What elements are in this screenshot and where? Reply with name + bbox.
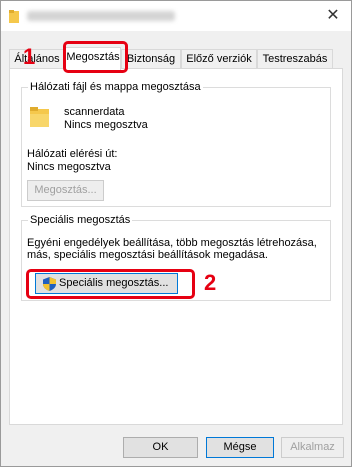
callout-highlight-advanced-button xyxy=(26,269,195,299)
tab-customize[interactable]: Testreszabás xyxy=(257,49,333,69)
close-icon[interactable]: ✕ xyxy=(323,7,343,25)
callout-number-1: 1 xyxy=(23,44,36,69)
callout-number-2: 2 xyxy=(204,270,217,295)
ok-button[interactable]: OK xyxy=(123,437,198,458)
tab-general[interactable]: Általános xyxy=(9,49,65,69)
share-button[interactable]: Megosztás... xyxy=(27,180,104,201)
network-path-label: Hálózati elérési út: xyxy=(27,148,118,160)
shared-folder-icon xyxy=(30,107,49,127)
tab-previous-versions[interactable]: Előző verziók xyxy=(181,49,257,69)
network-share-group-title: Hálózati fájl és mappa megosztása xyxy=(28,81,203,94)
apply-button[interactable]: Alkalmaz xyxy=(281,437,344,458)
network-share-group: Hálózati fájl és mappa megosztása scanne… xyxy=(21,81,331,207)
properties-dialog: ✕ Általános Megosztás Biztonság Előző ve… xyxy=(0,0,352,467)
tab-strip: Általános Megosztás Biztonság Előző verz… xyxy=(9,47,343,70)
blurred-window-title xyxy=(27,11,175,21)
advanced-share-description-2: más, speciális megosztási beállítások me… xyxy=(27,249,268,261)
cancel-button[interactable]: Mégse xyxy=(206,437,274,458)
tab-security[interactable]: Biztonság xyxy=(121,49,181,69)
folder-name: scannerdata xyxy=(64,106,125,118)
share-status: Nincs megosztva xyxy=(64,119,148,131)
title-bar: ✕ xyxy=(1,1,351,31)
network-path-value: Nincs megosztva xyxy=(27,161,111,173)
advanced-share-group-title: Speciális megosztás xyxy=(28,214,133,227)
folder-icon xyxy=(9,10,19,23)
callout-highlight-sharing-tab xyxy=(63,41,128,73)
sharing-tab-page: Hálózati fájl és mappa megosztása scanne… xyxy=(9,68,343,425)
